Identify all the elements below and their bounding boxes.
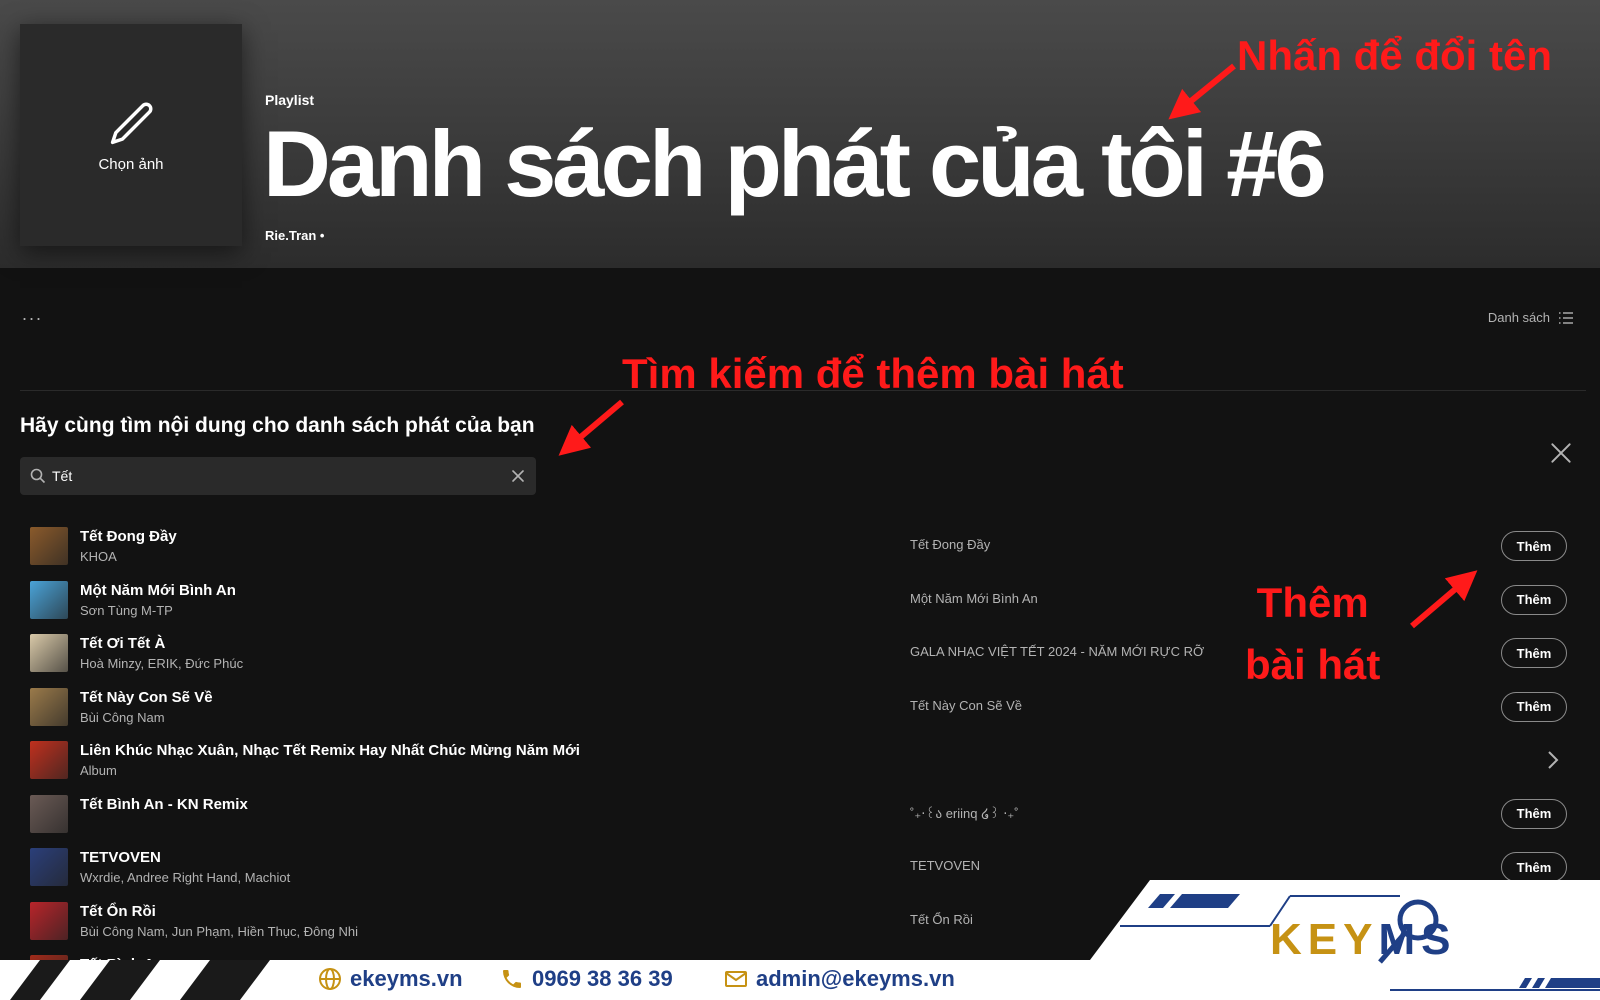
track-album[interactable]: ˚₊‧꒰ა eriinq ໒꒱ ‧₊˚ xyxy=(910,805,1019,822)
add-track-button[interactable]: Thêm xyxy=(1501,798,1567,829)
add-track-button[interactable]: Thêm xyxy=(1501,531,1567,561)
footer-phone[interactable]: 0969 38 36 39 xyxy=(500,966,673,992)
choose-cover-button[interactable]: Chọn ảnh xyxy=(20,24,242,246)
arrow-search xyxy=(558,399,624,456)
track-title[interactable]: TETVOVEN xyxy=(80,849,161,866)
list-icon xyxy=(1559,311,1573,324)
result-row[interactable]: Tết Bình An - KN Remix ˚₊‧꒰ა eriinq ໒꒱ ‧₊… xyxy=(0,788,1600,842)
annotation-add: Thêm bài hát xyxy=(1245,572,1380,696)
footer-email[interactable]: admin@ekeyms.vn xyxy=(724,966,955,992)
track-title[interactable]: Tết Bình An - KN Remix xyxy=(80,796,248,813)
view-mode-label: Danh sách xyxy=(1487,310,1550,325)
brand-left: KEY xyxy=(1270,915,1379,964)
globe-icon xyxy=(319,968,341,990)
annotation-search: Tìm kiếm để thêm bài hát xyxy=(622,350,1124,397)
annotation-add-line1: Thêm xyxy=(1256,579,1369,626)
search-box[interactable] xyxy=(20,457,536,495)
track-title[interactable]: Liên Khúc Nhạc Xuân, Nhạc Tết Remix Hay … xyxy=(80,742,580,759)
search-input[interactable] xyxy=(52,468,510,484)
website-text: ekeyms.vn xyxy=(350,966,463,991)
clear-search-icon[interactable] xyxy=(510,468,526,484)
view-mode-button[interactable]: Danh sách xyxy=(1488,310,1574,325)
track-thumbnail xyxy=(30,687,68,726)
add-track-button[interactable]: Thêm xyxy=(1501,691,1567,722)
more-options-button[interactable]: ... xyxy=(22,304,43,325)
add-track-button[interactable]: Thêm xyxy=(1501,638,1567,668)
track-album[interactable]: Tết Đong Đầy xyxy=(910,537,990,552)
chevron-right-icon[interactable] xyxy=(1544,749,1562,771)
playlist-title[interactable]: Danh sách phát của tôi #6 xyxy=(263,112,1327,216)
track-thumbnail xyxy=(30,741,68,779)
track-thumbnail xyxy=(30,580,68,619)
track-title[interactable]: Tết Này Con Sẽ Về xyxy=(80,689,213,706)
pencil-icon xyxy=(110,102,153,144)
mail-icon xyxy=(725,971,747,987)
cover-label: Chọn ảnh xyxy=(98,155,164,173)
track-album[interactable]: GALA NHẠC VIỆT TẾT 2024 - NĂM MỚI RỰC RỠ xyxy=(910,644,1204,659)
playlist-owner[interactable]: Rie.Tran • xyxy=(265,228,324,243)
track-artists[interactable]: Album xyxy=(80,763,117,778)
track-title[interactable]: Tết Đong Đầy xyxy=(80,528,177,545)
playlist-kind: Playlist xyxy=(265,92,315,108)
track-artists[interactable]: KHOA xyxy=(80,549,117,564)
add-track-button[interactable]: Thêm xyxy=(1501,852,1567,882)
search-icon xyxy=(30,468,46,484)
annotation-rename: Nhấn để đổi tên xyxy=(1237,32,1552,79)
track-album[interactable]: TETVOVEN xyxy=(910,858,980,873)
track-artists[interactable]: Hoà Minzy, ERIK, Đức Phúc xyxy=(80,656,243,671)
close-icon[interactable] xyxy=(1548,440,1574,466)
track-title[interactable]: Một Năm Mới Bình An xyxy=(80,582,236,599)
email-text: admin@ekeyms.vn xyxy=(756,966,955,991)
search-section-title: Hãy cùng tìm nội dung cho danh sách phát… xyxy=(20,414,535,437)
track-album[interactable]: Một Năm Mới Bình An xyxy=(910,591,1038,606)
annotation-add-line2: bài hát xyxy=(1245,641,1381,688)
track-artists[interactable]: Sơn Tùng M-TP xyxy=(80,603,173,618)
track-thumbnail xyxy=(30,794,68,833)
footer-website[interactable]: ekeyms.vn xyxy=(318,966,463,992)
result-row[interactable]: Liên Khúc Nhạc Xuân, Nhạc Tết Remix Hay … xyxy=(0,734,1600,788)
brand-right: MS xyxy=(1378,915,1457,964)
track-thumbnail xyxy=(30,527,68,565)
result-row[interactable]: Tết Đong Đầy KHOA Tết Đong Đầy Thêm xyxy=(0,520,1600,574)
add-track-button[interactable]: Thêm xyxy=(1501,584,1567,615)
track-title[interactable]: Tết Ơi Tết À xyxy=(80,635,165,652)
brand-logo: KEYMS xyxy=(1270,915,1456,965)
track-thumbnail xyxy=(30,634,68,672)
phone-text: 0969 38 36 39 xyxy=(532,966,673,991)
phone-icon xyxy=(503,970,521,988)
track-album[interactable]: Tết Này Con Sẽ Về xyxy=(910,698,1022,713)
track-artists[interactable]: Bùi Công Nam xyxy=(80,710,165,725)
